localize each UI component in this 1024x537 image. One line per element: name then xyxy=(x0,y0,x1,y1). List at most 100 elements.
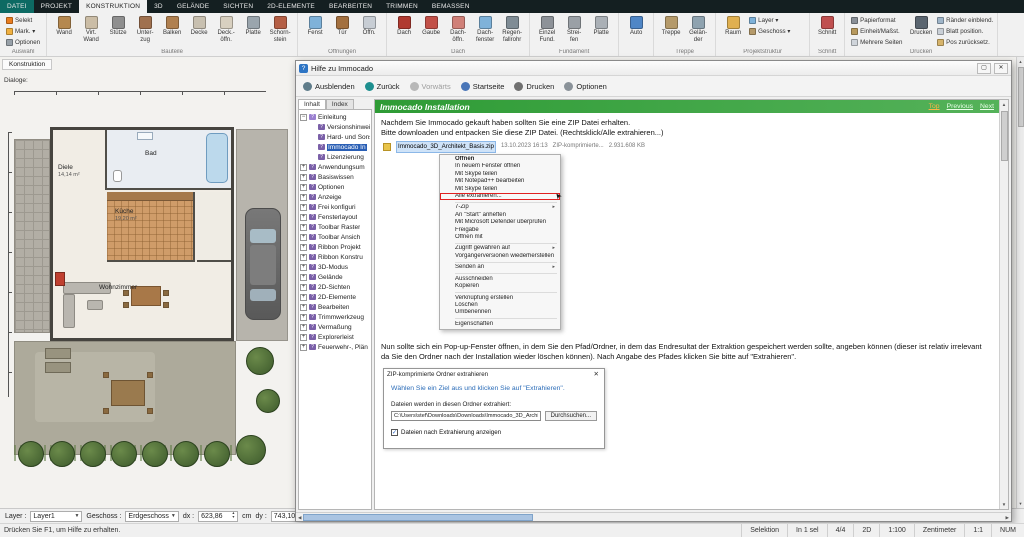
tab-trimmen[interactable]: TRIMMEN xyxy=(379,0,425,13)
selekt-button[interactable]: Selekt xyxy=(4,15,42,25)
tab-index[interactable]: Index xyxy=(325,99,354,109)
tree-item[interactable]: + Anwendungsum xyxy=(300,162,370,172)
context-menu-item[interactable]: Umbenennen xyxy=(440,309,560,316)
raum-button[interactable]: Raum xyxy=(720,15,746,37)
scrollbar-thumb[interactable] xyxy=(1000,111,1008,161)
konstruktion-panel-tab[interactable]: Konstruktion xyxy=(2,59,53,70)
schnitt-button[interactable]: Schnitt xyxy=(814,15,840,37)
unterzug-button[interactable]: Unter- zug xyxy=(132,15,158,43)
expand-icon[interactable]: + xyxy=(300,163,307,171)
expand-icon[interactable]: + xyxy=(300,183,307,191)
context-menu-item[interactable]: Vorgängerversionen wiederherstellen xyxy=(440,253,560,260)
tab-projekt[interactable]: PROJEKT xyxy=(34,0,79,13)
tab-gelaende[interactable]: GELÄNDE xyxy=(170,0,216,13)
spinner-icons[interactable]: ▲▼ xyxy=(232,512,236,519)
tree-item[interactable]: +2D-Elemente xyxy=(300,292,370,302)
context-menu-item[interactable]: 7-Zip ▸ xyxy=(440,204,560,211)
scrollbar-thumb[interactable] xyxy=(303,513,534,521)
layer-select[interactable]: Layer1 ▼ xyxy=(30,510,83,522)
expand-icon[interactable]: + xyxy=(300,293,307,301)
mehrere-seiten-button[interactable]: Mehrere Seiten xyxy=(849,37,907,47)
tab-bemassen[interactable]: BEMASSEN xyxy=(425,0,477,13)
expand-icon[interactable]: + xyxy=(300,273,307,281)
plattenfundament-button[interactable]: Platte xyxy=(588,15,614,43)
vorwaerts-button[interactable]: Vorwärts xyxy=(409,81,451,91)
tree-item[interactable]: + Trimmwerkzeug xyxy=(300,312,370,322)
context-menu-item[interactable]: Mit Microsoft Defender überprüfen xyxy=(440,219,560,226)
context-menu-item[interactable]: In neuem Fenster öffnen xyxy=(440,163,560,170)
expand-icon[interactable]: + xyxy=(300,223,307,231)
scroll-right-icon[interactable]: ▶ xyxy=(1006,513,1009,522)
top-link[interactable]: Top xyxy=(929,103,940,110)
next-link[interactable]: Next xyxy=(980,103,994,110)
geschoss-select[interactable]: Erdgeschoss ▼ xyxy=(125,510,179,522)
tree-item[interactable]: +2D-Sichten xyxy=(300,282,370,292)
ausblenden-button[interactable]: Ausblenden xyxy=(303,81,355,91)
scroll-down-icon[interactable]: ▼ xyxy=(1019,499,1023,508)
schornstein-button[interactable]: Schorn- stein xyxy=(267,15,293,43)
context-menu-item[interactable]: Senden an ▸ xyxy=(440,264,560,271)
tree-item[interactable]: + Gelände xyxy=(300,272,370,282)
drucken-button[interactable]: Drucken xyxy=(514,81,554,91)
help-vertical-scrollbar[interactable]: ▲ ▼ xyxy=(999,100,1008,509)
tab-2d-elemente[interactable]: 2D-ELEMENTE xyxy=(260,0,322,13)
blatt-positionieren-button[interactable]: Blatt position. xyxy=(935,26,993,36)
tree-item[interactable]: Lizenzierung xyxy=(300,152,370,162)
expand-icon[interactable]: + xyxy=(300,213,307,221)
context-menu-item[interactable]: Kopieren xyxy=(440,283,560,290)
balken-button[interactable]: Balken xyxy=(159,15,185,43)
virt-wand-button[interactable]: Virt. Wand xyxy=(78,15,104,43)
dachfenster-button[interactable]: Dach- fenster xyxy=(472,15,498,43)
context-menu-item[interactable]: Eigenschaften xyxy=(440,321,560,328)
stuetze-button[interactable]: Stütze xyxy=(105,15,131,43)
oeffnung-button[interactable]: Öffn. xyxy=(356,15,382,37)
expand-icon[interactable]: + xyxy=(300,193,307,201)
expand-icon[interactable]: + xyxy=(300,243,307,251)
dialog-close-icon[interactable]: ✕ xyxy=(592,370,601,380)
tree-item-immocado-installation[interactable]: Immocado In xyxy=(300,142,370,152)
expand-icon[interactable]: + xyxy=(300,333,307,341)
papierformat-button[interactable]: Papierformat xyxy=(849,15,907,25)
tree-item[interactable]: Hard- und Sonst xyxy=(300,132,370,142)
tree-item[interactable]: + Toolbar Ansich xyxy=(300,232,370,242)
tab-3d[interactable]: 3D xyxy=(147,0,170,13)
tree-item-einleitung[interactable]: − Einleitung xyxy=(300,112,370,122)
einheit-massstab-button[interactable]: Einheit/Maßst. xyxy=(849,26,907,36)
context-menu-item[interactable]: Mit Skype teilen xyxy=(440,171,560,178)
deckenoeffnung-button[interactable]: Deck.- öffn. xyxy=(213,15,239,43)
expand-icon[interactable]: + xyxy=(300,283,307,291)
help-titlebar[interactable]: ? Hilfe zu Immocado ▢ ✕ xyxy=(296,61,1011,76)
dach-button[interactable]: Dach xyxy=(391,15,417,43)
context-menu-item[interactable]: Zugriff gewähren auf ▸ xyxy=(440,245,560,252)
context-menu-item[interactable]: Freigabe xyxy=(440,227,560,234)
context-menu-item[interactable]: Löschen xyxy=(440,302,560,309)
context-menu-item[interactable]: An "Start" anheften xyxy=(440,212,560,219)
tree-item[interactable]: +3D-Modus xyxy=(300,262,370,272)
menu-item-alle-extrahieren[interactable]: Alle extrahieren... xyxy=(440,193,560,201)
layer-dropdown[interactable]: Layer ▾ xyxy=(747,15,805,25)
expand-icon[interactable]: + xyxy=(300,253,307,261)
zurueck-button[interactable]: Zurück xyxy=(364,81,400,91)
context-menu-item[interactable]: Mit Notepad++ bearbeiten xyxy=(440,178,560,185)
decke-button[interactable]: Decke xyxy=(186,15,212,43)
context-menu-item[interactable]: Öffnen xyxy=(440,156,560,163)
close-button[interactable]: ✕ xyxy=(994,62,1008,74)
previous-link[interactable]: Previous xyxy=(947,103,973,110)
tab-sichten[interactable]: SICHTEN xyxy=(216,0,260,13)
context-menu-item[interactable]: Öffnen mit xyxy=(440,234,560,241)
context-menu-item[interactable]: Ausschneiden xyxy=(440,276,560,283)
expand-icon[interactable]: + xyxy=(300,233,307,241)
startseite-button[interactable]: Startseite xyxy=(460,81,504,91)
treppe-button[interactable]: Treppe xyxy=(658,15,684,43)
platte-button[interactable]: Platte xyxy=(240,15,266,43)
tree-item[interactable]: + Optionen xyxy=(300,182,370,192)
gelaender-button[interactable]: Gelän- der xyxy=(685,15,711,43)
tab-bearbeiten[interactable]: BEARBEITEN xyxy=(322,0,379,13)
streifenfundament-button[interactable]: Strei- fen xyxy=(561,15,587,43)
tree-item[interactable]: + Fensterlayout xyxy=(300,212,370,222)
help-horizontal-scrollbar[interactable]: ◀ ▶ xyxy=(296,512,1011,521)
context-menu-item[interactable]: Mit Skype teilen xyxy=(440,186,560,193)
geschoss-dropdown[interactable]: Geschoss ▾ xyxy=(747,26,805,36)
dx-input[interactable]: 623,86 ▲ ▼ xyxy=(198,510,239,522)
canvas-vertical-scrollbar[interactable]: ▲ ▼ xyxy=(1016,57,1024,508)
